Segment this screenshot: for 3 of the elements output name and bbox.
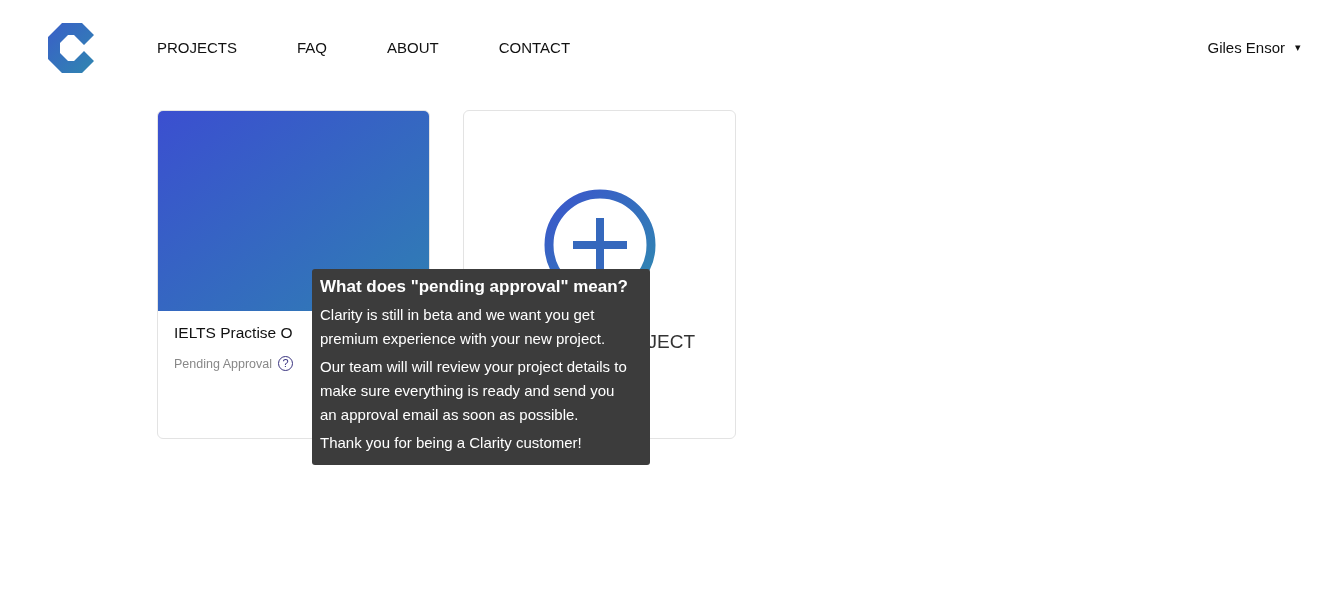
add-project-label: JECT (647, 331, 695, 353)
project-title: IELTS Practise O (174, 324, 293, 342)
project-status: Pending Approval (174, 356, 272, 371)
